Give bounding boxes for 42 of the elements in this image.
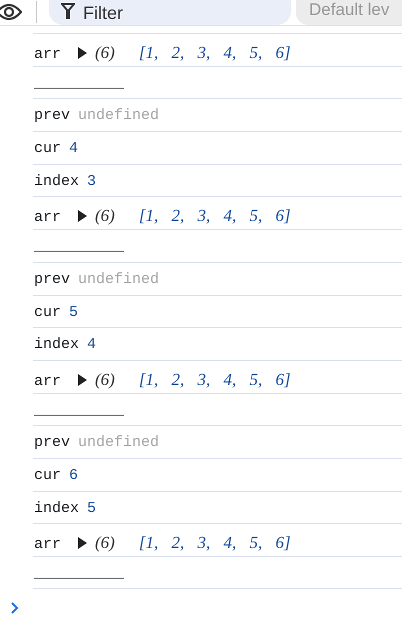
array-length: (6) <box>95 205 115 228</box>
log-value: undefined <box>78 270 160 290</box>
log-label: cur <box>34 139 62 160</box>
array-length: (6) <box>95 42 115 64</box>
log-label: arr <box>34 535 62 556</box>
expand-triangle-icon[interactable] <box>77 46 88 59</box>
separator-text: __________ <box>34 74 124 94</box>
log-label: arr <box>34 208 62 228</box>
log-value: undefined <box>78 106 160 126</box>
log-label: cur <box>34 466 62 486</box>
log-label: index <box>34 335 80 356</box>
log-label: index <box>34 172 80 192</box>
log-label: cur <box>34 302 62 322</box>
log-value: 5 <box>69 302 78 322</box>
separator-text: __________ <box>34 237 124 258</box>
log-label: arr <box>34 372 62 392</box>
array-length: (6) <box>95 368 115 391</box>
log-label: prev <box>34 106 70 126</box>
log-value: 4 <box>87 335 96 356</box>
array-preview: [1, 2, 3, 4, 5, 6] <box>138 205 291 228</box>
array-preview: [1, 2, 3, 4, 5, 6] <box>138 368 291 391</box>
expand-triangle-icon[interactable] <box>77 537 88 550</box>
log-label: arr <box>34 45 62 65</box>
array-length: (6) <box>95 532 115 554</box>
prompt-chevron-icon <box>10 602 19 614</box>
log-value: 4 <box>69 139 78 160</box>
array-preview: [1, 2, 3, 4, 5, 6] <box>138 42 291 64</box>
log-value: 6 <box>69 466 78 486</box>
log-value: 3 <box>87 172 96 192</box>
array-preview: [1, 2, 3, 4, 5, 6] <box>138 532 291 554</box>
expand-triangle-icon[interactable] <box>77 210 88 222</box>
log-label: prev <box>34 270 70 290</box>
filter-field[interactable]: Filter <box>49 0 291 25</box>
log-label: prev <box>34 433 70 454</box>
separator-text: __________ <box>34 400 124 421</box>
expand-triangle-icon[interactable] <box>77 374 88 386</box>
eye-icon[interactable] <box>0 3 22 21</box>
log-value: undefined <box>78 433 160 454</box>
log-label: index <box>34 498 80 519</box>
separator-text: __________ <box>34 564 124 584</box>
level-dropdown[interactable]: Default lev <box>296 0 402 25</box>
log-value: 5 <box>87 498 96 519</box>
